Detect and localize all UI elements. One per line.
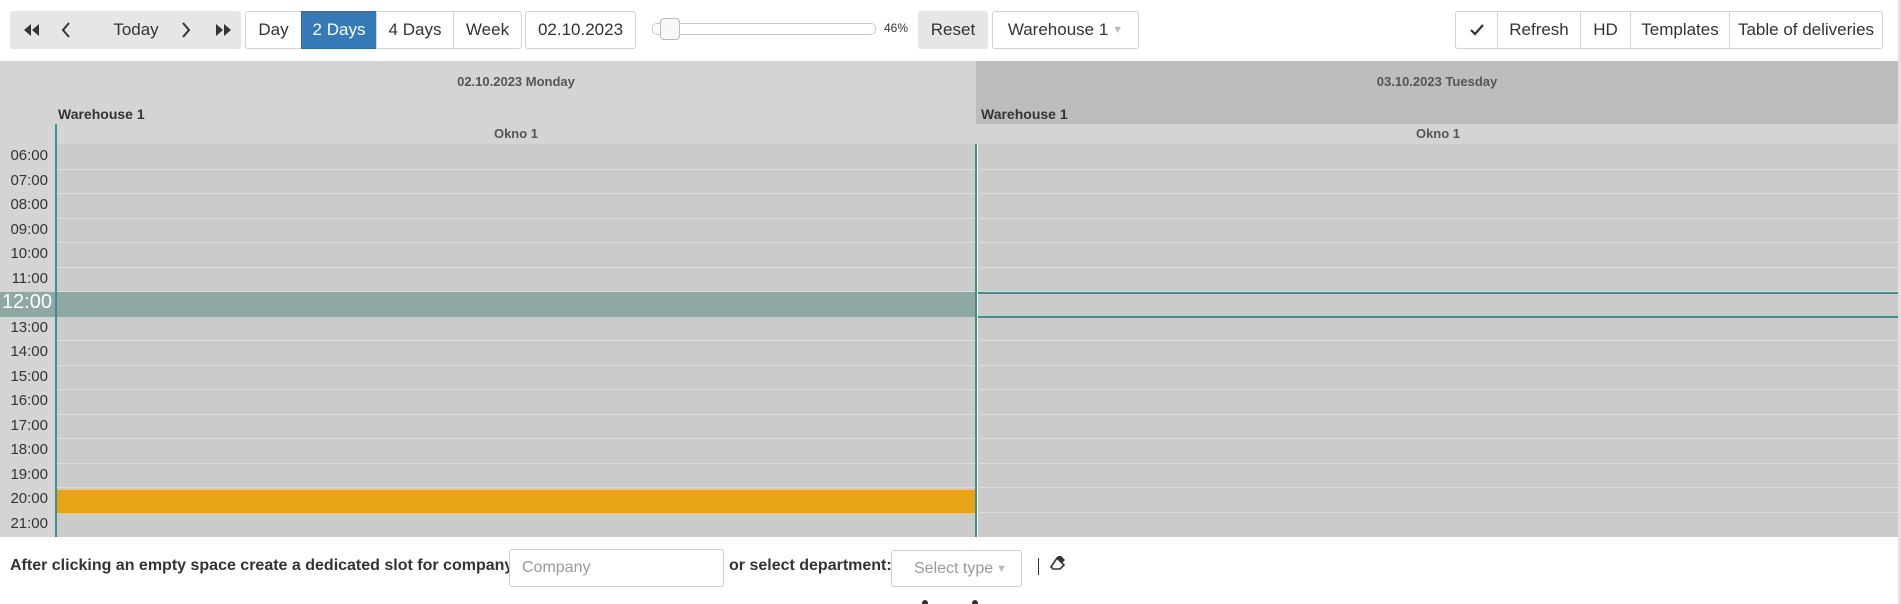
clear-filter-button[interactable] bbox=[1049, 554, 1068, 576]
check-icon bbox=[1469, 24, 1484, 36]
time-label: 19:00 bbox=[10, 466, 48, 483]
hour-gridline bbox=[56, 438, 1898, 439]
day-divider-line bbox=[975, 144, 977, 537]
templates-button[interactable]: Templates bbox=[1630, 11, 1730, 49]
hour-gridline bbox=[56, 389, 1898, 390]
eraser-icon bbox=[1049, 554, 1066, 570]
time-label: 09:00 bbox=[10, 221, 48, 238]
booked-slot[interactable] bbox=[56, 490, 976, 513]
time-label: 20:00 bbox=[10, 490, 48, 507]
chevron-right-icon bbox=[182, 22, 191, 38]
department-type-value: Select type bbox=[914, 559, 994, 577]
left-border-line bbox=[55, 124, 57, 537]
time-label: 13:00 bbox=[10, 319, 48, 336]
department-type-select[interactable]: Select type ▼ bbox=[891, 550, 1022, 587]
double-chevron-left-icon bbox=[24, 24, 39, 36]
hour-gridline bbox=[56, 169, 1898, 170]
hour-gridline bbox=[56, 487, 1898, 488]
previous-button[interactable] bbox=[52, 11, 80, 49]
zoom-percent: 46% bbox=[884, 21, 909, 35]
warehouse-label: Warehouse 1 bbox=[981, 106, 1068, 122]
hour-gridline bbox=[56, 267, 1898, 268]
day-header-monday bbox=[0, 61, 976, 124]
table-of-deliveries-button[interactable]: Table of deliveries bbox=[1729, 11, 1883, 49]
hd-button[interactable]: HD bbox=[1580, 11, 1631, 49]
next-button[interactable] bbox=[166, 11, 206, 49]
hour-gridline bbox=[56, 340, 1898, 341]
window-label: Okno 1 bbox=[1415, 126, 1461, 141]
hour-gridline bbox=[56, 218, 1898, 219]
time-label: 07:00 bbox=[10, 172, 48, 189]
confirm-button[interactable] bbox=[1455, 11, 1498, 49]
cut-off-text bbox=[922, 598, 982, 604]
day-title: 02.10.2023 Monday bbox=[457, 74, 575, 89]
caret-down-icon: ▼ bbox=[1112, 24, 1124, 36]
hour-gridline bbox=[56, 242, 1898, 243]
separator bbox=[1038, 558, 1039, 575]
zoom-slider-handle[interactable] bbox=[660, 18, 680, 40]
window-label: Okno 1 bbox=[493, 126, 539, 141]
date-input[interactable]: 02.10.2023 bbox=[525, 11, 636, 49]
current-time-line-top bbox=[978, 292, 1898, 294]
time-label: 08:00 bbox=[10, 196, 48, 213]
view-4-days-button[interactable]: 4 Days bbox=[376, 11, 454, 49]
time-label: 12:00 bbox=[1, 291, 52, 313]
warehouse-select-value: Warehouse 1 bbox=[1007, 20, 1109, 39]
time-label: 14:00 bbox=[10, 343, 48, 360]
time-label: 17:00 bbox=[10, 417, 48, 434]
company-prompt: After clicking an empty space create a d… bbox=[10, 557, 519, 574]
warehouse-select[interactable]: Warehouse 1 ▼ bbox=[992, 11, 1139, 49]
time-label: 11:00 bbox=[11, 270, 48, 287]
time-label: 21:00 bbox=[10, 515, 48, 532]
double-chevron-right-icon bbox=[215, 24, 231, 36]
view-week-button[interactable]: Week bbox=[453, 11, 522, 49]
chevron-left-icon bbox=[61, 22, 70, 38]
hour-gridline bbox=[56, 365, 1898, 366]
time-label: 18:00 bbox=[10, 441, 48, 458]
company-input[interactable]: Company bbox=[509, 549, 724, 587]
current-time-row bbox=[56, 292, 976, 317]
hour-gridline bbox=[56, 193, 1898, 194]
warehouse-label: Warehouse 1 bbox=[58, 106, 145, 122]
last-page-button[interactable] bbox=[206, 11, 241, 49]
navigation-group: Today bbox=[10, 11, 241, 49]
refresh-button[interactable]: Refresh bbox=[1497, 11, 1581, 49]
day-title: 03.10.2023 Tuesday bbox=[1376, 74, 1498, 89]
view-2-days-button[interactable]: 2 Days bbox=[301, 11, 377, 49]
hour-gridline bbox=[56, 414, 1898, 415]
reset-button[interactable]: Reset bbox=[918, 11, 988, 49]
hour-gridline bbox=[56, 463, 1898, 464]
first-page-button[interactable] bbox=[10, 11, 52, 49]
current-time-line-bottom bbox=[978, 316, 1898, 318]
view-day-button[interactable]: Day bbox=[245, 11, 302, 49]
department-prompt: or select department: bbox=[729, 557, 892, 574]
time-label: 06:00 bbox=[10, 147, 48, 164]
time-label: 10:00 bbox=[10, 245, 48, 262]
time-label: 16:00 bbox=[10, 392, 48, 409]
zoom-slider-track[interactable] bbox=[652, 23, 876, 35]
time-label: 15:00 bbox=[10, 368, 48, 385]
day-header-tuesday bbox=[976, 61, 1898, 124]
caret-down-icon: ▼ bbox=[996, 562, 1008, 575]
